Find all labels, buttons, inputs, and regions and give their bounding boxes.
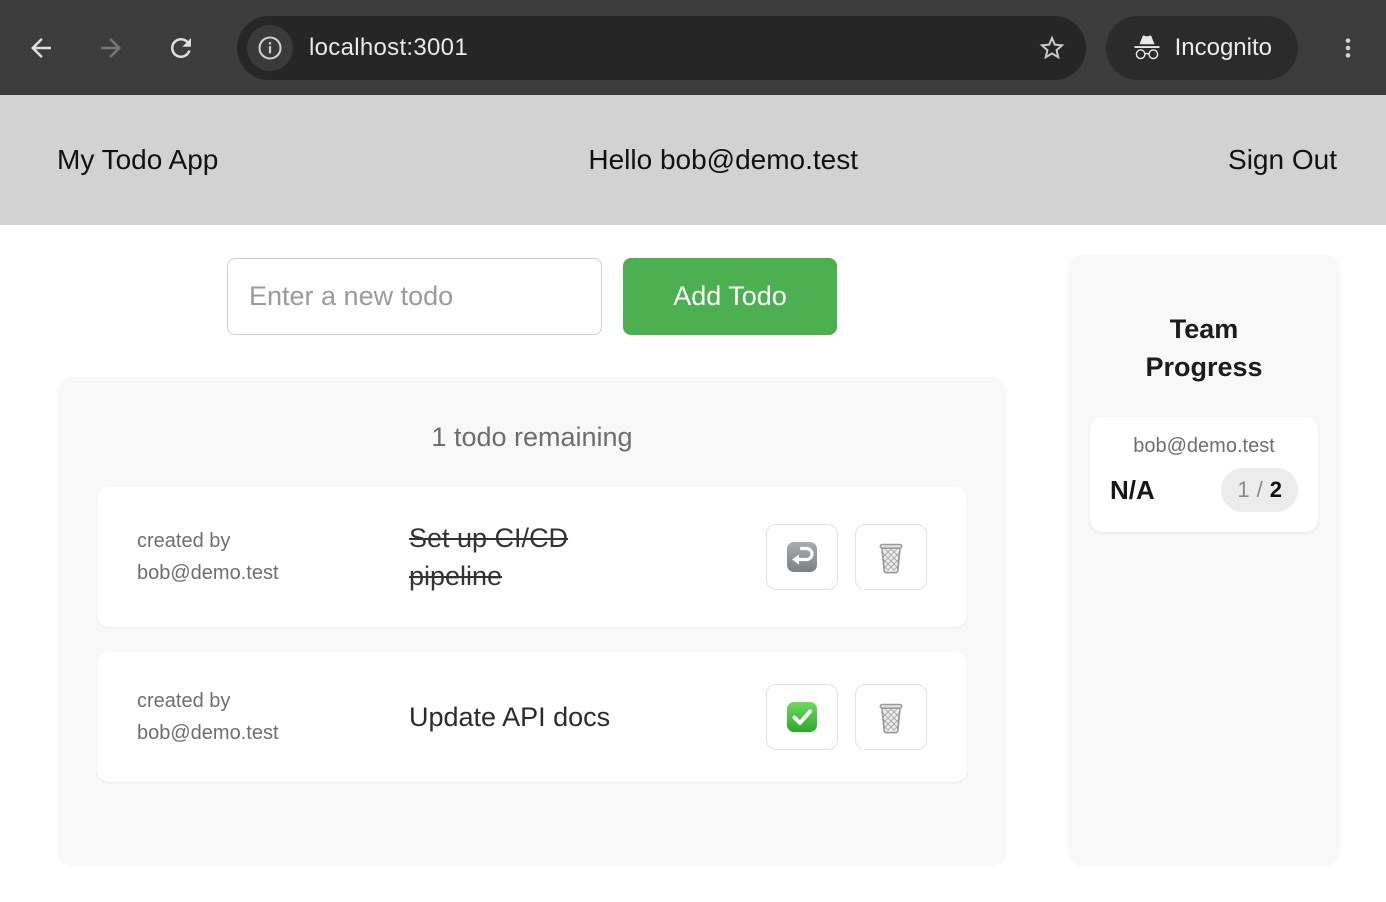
team-member-card: bob@demo.test N/A 1 / 2 bbox=[1090, 417, 1318, 532]
star-icon bbox=[1037, 33, 1067, 63]
three-dots-icon bbox=[1335, 35, 1361, 61]
creator-email: bob@demo.test bbox=[137, 717, 409, 749]
browser-toolbar: localhost:3001 Incognito bbox=[0, 0, 1386, 95]
creator-email: bob@demo.test bbox=[137, 557, 409, 589]
new-todo-input[interactable] bbox=[227, 258, 602, 335]
browser-menu-button[interactable] bbox=[1332, 32, 1364, 64]
reload-button[interactable] bbox=[165, 32, 197, 64]
reload-icon bbox=[166, 33, 196, 63]
back-arrow-icon bbox=[26, 33, 56, 63]
app-title: My Todo App bbox=[57, 144, 218, 176]
site-info-button[interactable] bbox=[247, 25, 293, 71]
url-text[interactable]: localhost:3001 bbox=[309, 34, 1036, 62]
bookmark-button[interactable] bbox=[1036, 32, 1068, 64]
address-bar[interactable]: localhost:3001 bbox=[237, 16, 1086, 80]
member-stats-row: N/A 1 / 2 bbox=[1110, 468, 1298, 512]
add-todo-button[interactable]: Add Todo bbox=[623, 258, 837, 335]
total-count: 2 bbox=[1270, 477, 1282, 503]
delete-todo-button[interactable] bbox=[855, 684, 927, 750]
todo-actions bbox=[766, 524, 927, 590]
creator-info: created by bob@demo.test bbox=[137, 525, 409, 589]
created-by-label: created by bbox=[137, 525, 409, 557]
wastebasket-icon bbox=[873, 699, 909, 735]
todo-composer: Add Todo bbox=[57, 258, 1007, 335]
undo-icon bbox=[784, 539, 820, 575]
todo-text: Update API docs bbox=[409, 698, 639, 736]
undo-complete-button[interactable] bbox=[766, 524, 838, 590]
team-progress-title: Team Progress bbox=[1119, 310, 1289, 386]
member-progress-badge: 1 / 2 bbox=[1221, 468, 1298, 512]
created-by-label: created by bbox=[137, 685, 409, 717]
user-greeting: Hello bob@demo.test bbox=[588, 144, 858, 176]
member-email: bob@demo.test bbox=[1110, 435, 1298, 458]
app-header: My Todo App Hello bob@demo.test Sign Out bbox=[0, 95, 1386, 225]
incognito-badge: Incognito bbox=[1106, 16, 1298, 80]
forward-arrow-icon bbox=[96, 33, 126, 63]
team-progress-card: Team Progress bob@demo.test N/A 1 / 2 bbox=[1068, 255, 1340, 865]
check-icon bbox=[784, 699, 820, 735]
todo-main-column: Add Todo 1 todo remaining created by bob… bbox=[57, 255, 1007, 865]
info-icon bbox=[256, 34, 284, 62]
todo-actions bbox=[766, 684, 927, 750]
back-button[interactable] bbox=[25, 32, 57, 64]
member-status: N/A bbox=[1110, 475, 1155, 506]
count-separator: / bbox=[1257, 477, 1263, 503]
todo-text: Set up CI/CD pipeline bbox=[409, 519, 639, 595]
todo-list-card: 1 todo remaining created by bob@demo.tes… bbox=[57, 377, 1007, 865]
sign-out-button[interactable]: Sign Out bbox=[1228, 144, 1337, 176]
page-content: Add Todo 1 todo remaining created by bob… bbox=[0, 225, 1386, 865]
completed-count: 1 bbox=[1237, 477, 1249, 503]
creator-info: created by bob@demo.test bbox=[137, 685, 409, 749]
incognito-label: Incognito bbox=[1175, 34, 1272, 62]
wastebasket-icon bbox=[873, 539, 909, 575]
delete-todo-button[interactable] bbox=[855, 524, 927, 590]
todo-item-open: created by bob@demo.test Update API docs bbox=[97, 652, 967, 782]
incognito-icon bbox=[1132, 33, 1162, 63]
todo-item-completed: created by bob@demo.test Set up CI/CD pi… bbox=[97, 487, 967, 627]
team-progress-sidebar: Team Progress bob@demo.test N/A 1 / 2 bbox=[1068, 255, 1340, 865]
remaining-count-text: 1 todo remaining bbox=[97, 420, 967, 455]
mark-complete-button[interactable] bbox=[766, 684, 838, 750]
forward-button[interactable] bbox=[95, 32, 127, 64]
